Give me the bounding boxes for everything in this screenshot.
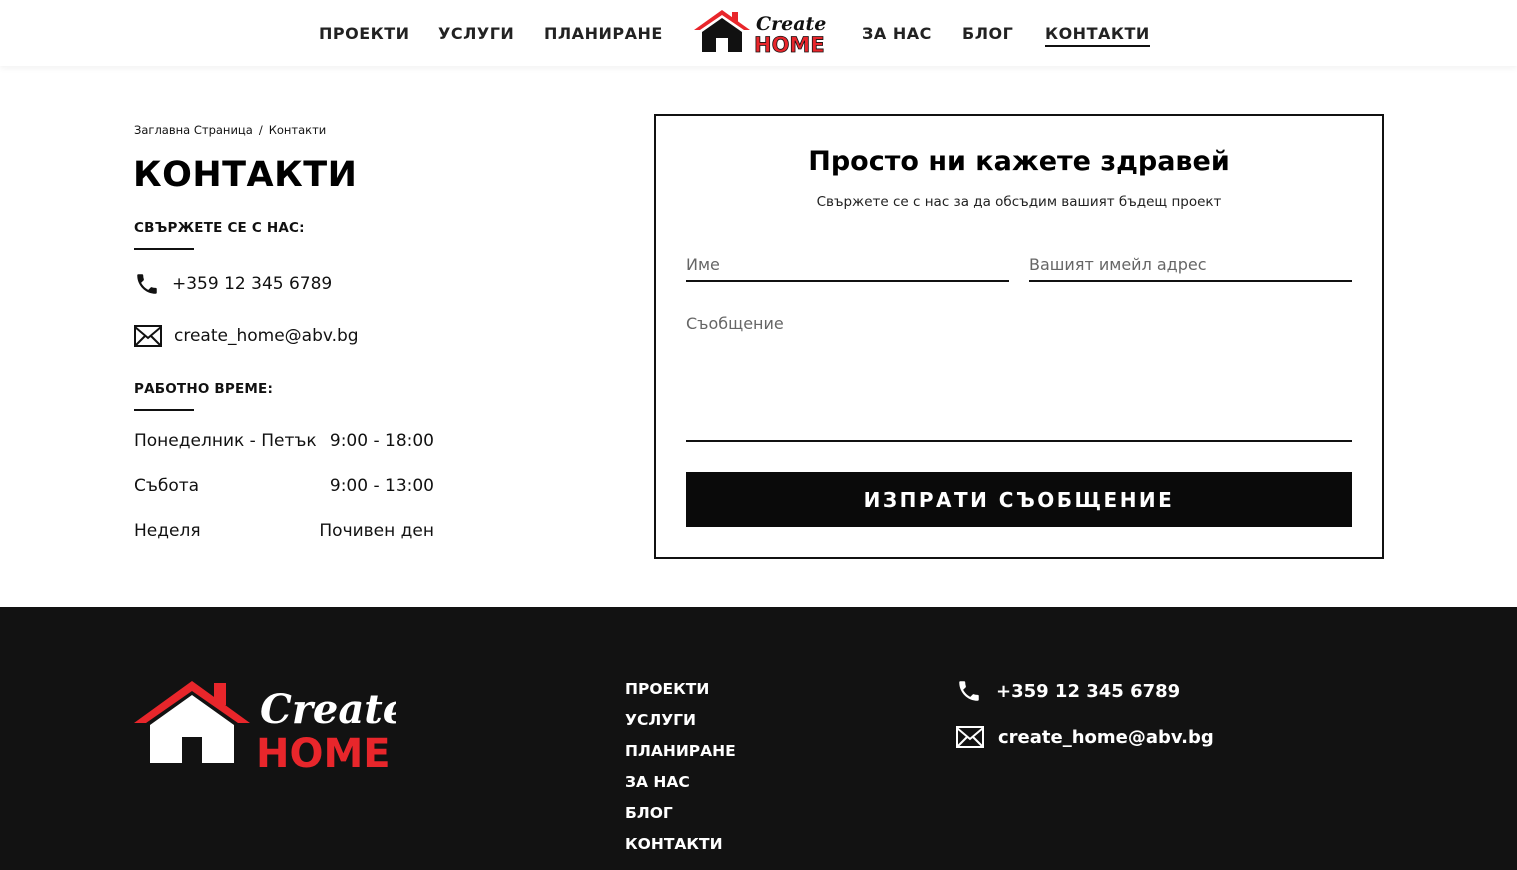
phone-icon xyxy=(959,681,979,701)
send-message-button[interactable]: ИЗПРАТИ СЪОБЩЕНИЕ xyxy=(686,472,1352,527)
nav-about[interactable]: ЗА НАС xyxy=(862,24,932,43)
site-footer: Create HOME ПРОЕКТИ УСЛУГИ ПЛАНИРАНЕ ЗА … xyxy=(0,607,1517,870)
footer-email-text: create_home@abv.bg xyxy=(998,726,1214,748)
svg-text:HOME: HOME xyxy=(256,731,391,773)
nav-blog[interactable]: БЛОГ xyxy=(962,24,1013,43)
hours-day: Неделя xyxy=(134,521,201,541)
contact-phone[interactable]: +359 12 345 6789 xyxy=(134,271,332,297)
footer-nav-planning[interactable]: ПЛАНИРАНЕ xyxy=(625,742,736,760)
breadcrumb-current: Контакти xyxy=(268,123,327,137)
breadcrumb-separator: / xyxy=(258,123,263,137)
house-logo-icon: Create HOME xyxy=(694,10,826,57)
name-input[interactable] xyxy=(686,248,1009,282)
hours-section-label: РАБОТНО ВРЕМЕ: xyxy=(134,381,274,397)
nav-contacts[interactable]: КОНТАКТИ xyxy=(1045,24,1150,47)
hours-divider xyxy=(134,409,194,411)
phone-icon xyxy=(137,274,157,294)
contact-phone-text: +359 12 345 6789 xyxy=(172,274,333,294)
hours-time: 9:00 - 13:00 xyxy=(329,476,434,496)
form-title: Просто ни кажете здравей xyxy=(808,146,1230,177)
form-subtitle: Свържете се с нас за да обсъдим вашият б… xyxy=(816,194,1222,210)
contact-section-label: СВЪРЖЕТЕ СЕ С НАС: xyxy=(134,220,305,236)
svg-text:HOME: HOME xyxy=(754,33,825,56)
contact-divider xyxy=(134,248,194,250)
envelope-icon xyxy=(134,325,162,347)
svg-text:Create: Create xyxy=(756,13,826,35)
site-logo[interactable]: Create HOME xyxy=(692,8,828,57)
contact-email-text: create_home@abv.bg xyxy=(174,326,359,346)
breadcrumb: Заглавна Страница / Контакти xyxy=(134,123,326,137)
footer-nav-projects[interactable]: ПРОЕКТИ xyxy=(625,680,709,698)
footer-email[interactable]: create_home@abv.bg xyxy=(956,726,1214,748)
contact-email[interactable]: create_home@abv.bg xyxy=(134,325,359,347)
hours-day: Събота xyxy=(134,476,200,496)
contact-form: Просто ни кажете здравей Свържете се с н… xyxy=(654,114,1384,559)
email-input[interactable] xyxy=(1029,248,1352,282)
nav-services[interactable]: УСЛУГИ xyxy=(438,24,514,43)
breadcrumb-home[interactable]: Заглавна Страница xyxy=(134,123,253,137)
footer-phone[interactable]: +359 12 345 6789 xyxy=(956,678,1180,704)
footer-phone-text: +359 12 345 6789 xyxy=(996,680,1181,702)
hours-day: Понеделник - Петък xyxy=(134,431,317,451)
house-logo-icon: Create HOME xyxy=(134,681,408,777)
site-header: ПРОЕКТИ УСЛУГИ ПЛАНИРАНЕ Create HOME ЗА … xyxy=(0,0,1517,66)
footer-logo[interactable]: Create HOME xyxy=(132,677,408,777)
footer-nav-blog[interactable]: БЛОГ xyxy=(625,804,673,822)
envelope-icon xyxy=(956,726,984,748)
page-title: КОНТАКТИ xyxy=(133,155,358,195)
hours-time: 9:00 - 18:00 xyxy=(329,431,434,451)
footer-nav-services[interactable]: УСЛУГИ xyxy=(625,711,696,729)
nav-planning[interactable]: ПЛАНИРАНЕ xyxy=(544,24,663,43)
footer-nav-contacts[interactable]: КОНТАКТИ xyxy=(625,835,723,853)
hours-time: Почивен ден xyxy=(319,521,434,541)
message-textarea[interactable] xyxy=(686,314,1352,442)
footer-nav-about[interactable]: ЗА НАС xyxy=(625,773,690,791)
svg-text:Create: Create xyxy=(260,686,396,733)
nav-projects[interactable]: ПРОЕКТИ xyxy=(319,24,410,43)
